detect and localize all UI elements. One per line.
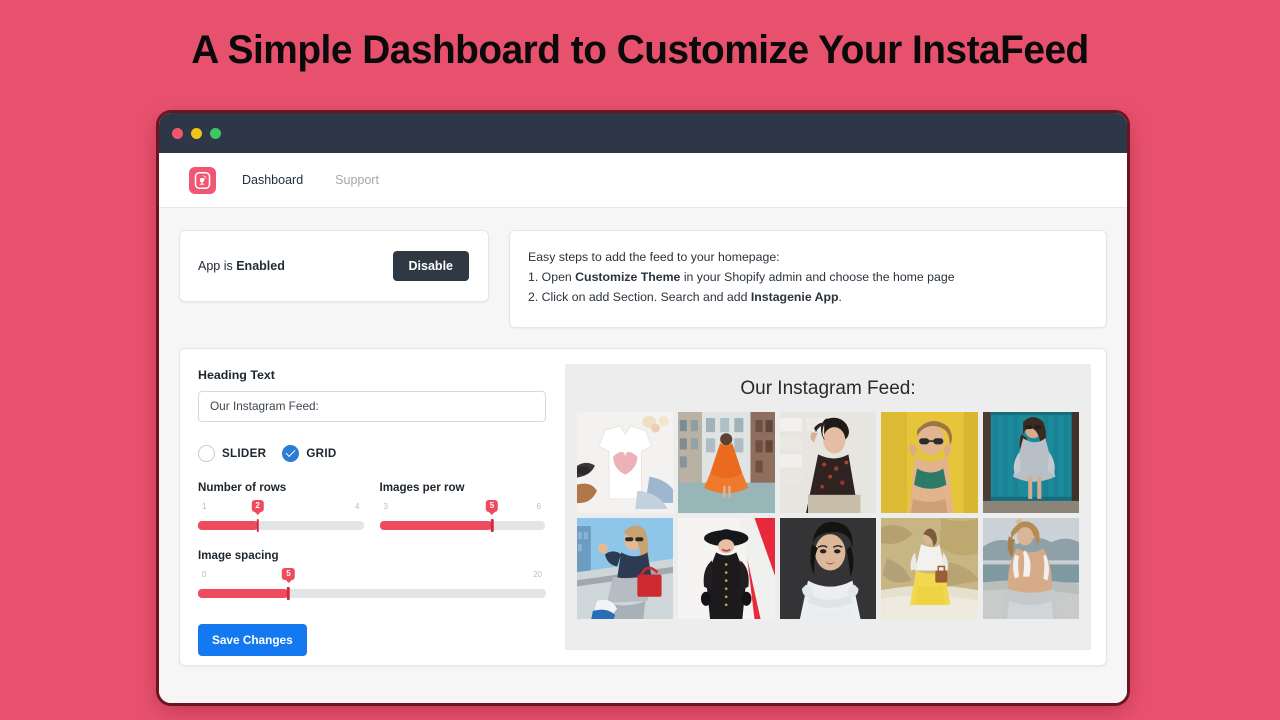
app-viewport: Dashboard Support App is Enabled Disable… xyxy=(159,153,1127,703)
slider-image-spacing-max: 20 xyxy=(533,569,542,579)
nav-link-dashboard[interactable]: Dashboard xyxy=(242,173,303,187)
page-title: A Simple Dashboard to Customize Your Ins… xyxy=(191,28,1089,72)
slider-thumb[interactable] xyxy=(256,518,259,532)
app-content: App is Enabled Disable Easy steps to add… xyxy=(159,208,1127,666)
slider-fill xyxy=(198,520,258,530)
feed-preview-pane: Our Instagram Feed: xyxy=(565,363,1091,650)
slider-image-spacing-title: Image spacing xyxy=(198,548,279,562)
app-status-prefix: App is xyxy=(198,259,237,273)
app-status-text: App is Enabled xyxy=(198,259,285,273)
instagenie-logo-icon[interactable] xyxy=(189,166,216,194)
browser-window: Dashboard Support App is Enabled Disable… xyxy=(159,113,1127,703)
app-status-value: Enabled xyxy=(236,259,285,273)
slider-number-of-rows-title: Number of rows xyxy=(198,480,287,494)
step2-post: . xyxy=(838,289,842,304)
slider-image-spacing-value: 5 xyxy=(282,567,295,580)
setup-steps-card: Easy steps to add the feed to your homep… xyxy=(509,230,1107,328)
feed-image-black-hat-coat[interactable] xyxy=(678,517,775,619)
slider-images-per-row-track[interactable] xyxy=(379,518,545,532)
radio-checked-icon[interactable] xyxy=(282,444,300,462)
layout-option-grid-label: GRID xyxy=(306,446,337,460)
slider-thumb[interactable] xyxy=(490,518,494,532)
heading-text-input[interactable] xyxy=(198,390,546,422)
heading-text-label: Heading Text xyxy=(198,367,275,382)
step1-post: in your Shopify admin and choose the hom… xyxy=(680,269,955,284)
feed-preview-grid xyxy=(575,411,1081,619)
slider-images-per-row-title: Images per row xyxy=(379,480,465,494)
app-status-card: App is Enabled Disable xyxy=(179,230,489,302)
slider-image-spacing-scale: 0 20 5 xyxy=(198,567,546,586)
top-row: App is Enabled Disable Easy steps to add… xyxy=(179,230,1107,328)
slider-number-of-rows-min: 1 xyxy=(202,501,207,511)
feed-image-white-tshirt-flatlay[interactable] xyxy=(577,411,674,513)
radio-unchecked-icon[interactable] xyxy=(198,444,215,462)
step1-bold: Customize Theme xyxy=(575,269,681,284)
steps-intro: Easy steps to add the feed to your homep… xyxy=(528,250,780,264)
slider-number-of-rows: Number of rows 1 4 2 xyxy=(198,480,364,532)
step2-bold: Instagenie App xyxy=(750,289,839,304)
feed-image-yellow-backdrop[interactable] xyxy=(881,411,978,513)
layout-option-slider-label: SLIDER xyxy=(222,446,267,460)
layout-option-slider[interactable]: SLIDER xyxy=(198,444,267,462)
app-navbar: Dashboard Support xyxy=(159,153,1127,208)
slider-row: Number of rows 1 4 2 Images per row 3 6 … xyxy=(198,480,546,532)
steps-step-1: 1. Open Customize Theme in your Shopify … xyxy=(528,268,1086,288)
slider-fill xyxy=(198,588,289,598)
slider-images-per-row-scale: 3 6 5 xyxy=(380,499,546,518)
slider-number-of-rows-track[interactable] xyxy=(198,518,364,532)
feed-image-backless-lake[interactable] xyxy=(982,517,1079,619)
feed-image-yellow-skirt-cliff[interactable] xyxy=(881,517,978,619)
feed-image-white-ruffle-portrait[interactable] xyxy=(779,517,877,619)
step1-pre: 1. Open xyxy=(528,269,576,284)
slider-image-spacing-track[interactable] xyxy=(198,586,546,600)
slider-number-of-rows-scale: 1 4 2 xyxy=(198,499,364,518)
slider-image-spacing-min: 0 xyxy=(202,569,207,579)
nav-links: Dashboard Support xyxy=(242,173,379,187)
maximize-window-dot[interactable] xyxy=(210,127,221,139)
feed-image-orange-dress-street[interactable] xyxy=(678,411,775,513)
slider-image-spacing: Image spacing 0 20 5 xyxy=(198,548,546,600)
step2-pre: 2. Click on add Section. Search and add xyxy=(528,289,751,304)
layout-option-grid[interactable]: GRID xyxy=(282,444,337,462)
slider-number-of-rows-value: 2 xyxy=(251,499,264,512)
slider-number-of-rows-max: 4 xyxy=(355,501,360,511)
save-changes-button[interactable]: Save Changes xyxy=(198,623,307,656)
slider-images-per-row-value: 5 xyxy=(485,499,499,512)
close-window-dot[interactable] xyxy=(172,127,183,139)
customizer-card: Heading Text SLIDER GRID xyxy=(179,347,1107,666)
steps-step-2: 2. Click on add Section. Search and add … xyxy=(528,288,1086,308)
settings-pane: Heading Text SLIDER GRID xyxy=(180,348,565,665)
feed-image-streetwear-red-bag[interactable] xyxy=(577,517,674,619)
slider-images-per-row-max: 6 xyxy=(536,501,541,511)
disable-app-button[interactable]: Disable xyxy=(392,251,469,281)
feed-image-teal-door[interactable] xyxy=(982,411,1079,513)
slider-thumb[interactable] xyxy=(287,586,290,600)
layout-mode-radio-group: SLIDER GRID xyxy=(198,444,545,462)
slider-fill xyxy=(379,520,493,530)
feed-preview-heading: Our Instagram Feed: xyxy=(740,377,916,399)
slider-images-per-row: Images per row 3 6 5 xyxy=(379,480,546,532)
minimize-window-dot[interactable] xyxy=(191,127,202,139)
slider-images-per-row-min: 3 xyxy=(383,501,388,511)
window-titlebar xyxy=(159,113,1127,153)
nav-link-support[interactable]: Support xyxy=(335,173,379,187)
feed-image-floral-top-wall[interactable] xyxy=(779,411,877,513)
